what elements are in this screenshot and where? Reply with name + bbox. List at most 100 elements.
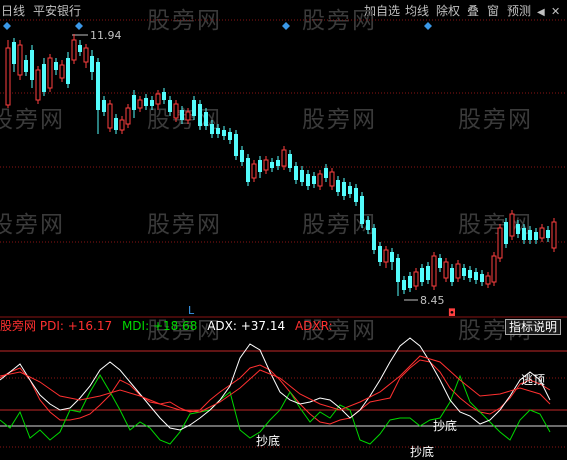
- candle-body: [12, 42, 16, 64]
- candle-body: [251, 163, 257, 179]
- candle-body: [270, 162, 274, 168]
- candle-body: [443, 261, 449, 279]
- candle-body: [450, 268, 454, 282]
- candle-body: [173, 103, 179, 119]
- candle-body: [107, 103, 113, 129]
- candle-body: [329, 171, 335, 187]
- candle-body: [509, 213, 515, 237]
- candle-body: [462, 268, 466, 276]
- indicator-name[interactable]: 股旁网: [0, 319, 36, 333]
- candle-body: [348, 186, 352, 194]
- candle-body: [281, 149, 287, 167]
- candle-body: [354, 188, 358, 202]
- candle-body: [497, 227, 503, 259]
- candle-body: [396, 258, 400, 282]
- candle-body: [516, 224, 520, 234]
- candle-body: [390, 252, 394, 262]
- candle-body: [162, 92, 166, 100]
- pdi-value: PDI: +16.17: [39, 319, 113, 333]
- candle-body: [294, 166, 298, 180]
- candle-body: [420, 268, 424, 282]
- bottom-signal-label: 抄底: [410, 445, 435, 459]
- chart-canvas: 11.94 8.45 L ◘: [0, 19, 567, 448]
- adx-value: ADX: +37.14: [207, 319, 286, 333]
- candle-body: [192, 100, 196, 116]
- adx-line: [0, 337, 551, 431]
- candle-body: [96, 62, 100, 110]
- candle-body: [5, 47, 11, 106]
- candle-body: [137, 99, 143, 109]
- candle-body: [360, 196, 364, 224]
- candle-body: [234, 134, 238, 156]
- event-diamond-icon[interactable]: [424, 22, 432, 30]
- candle-body: [528, 230, 532, 240]
- indicator-bar: 股旁网 PDI: +16.17 MDI: +18.68 ADX: +37.14 …: [0, 318, 567, 334]
- candle-body: [276, 160, 280, 166]
- indicator-help-button[interactable]: 指标说明: [504, 319, 561, 335]
- candle-body: [317, 173, 323, 187]
- candle-body: [431, 255, 437, 287]
- candle-body: [306, 174, 310, 186]
- candle-body: [413, 271, 419, 287]
- candle-body: [102, 100, 106, 112]
- candle-body: [185, 111, 191, 121]
- candle-body: [336, 180, 340, 192]
- event-diamond-icon[interactable]: [75, 22, 83, 30]
- candle-body: [222, 130, 226, 136]
- candle-body: [402, 280, 406, 290]
- candle-body: [180, 110, 184, 120]
- candle-body: [246, 158, 250, 182]
- candle-body: [66, 58, 70, 84]
- candle-body: [168, 100, 172, 112]
- bottom-signal-label: 抄底: [433, 419, 458, 433]
- candle-body: [300, 170, 304, 182]
- candle-body: [438, 258, 442, 268]
- candle-body: [83, 47, 89, 63]
- candle-body: [378, 246, 382, 262]
- event-diamond-icon[interactable]: [3, 22, 11, 30]
- adxr-value: ADXR:: [294, 319, 333, 333]
- candle-body: [119, 119, 125, 131]
- candle-body: [30, 50, 34, 80]
- candle-body: [534, 232, 538, 240]
- candle-body: [468, 270, 472, 278]
- low-price-label: 8.45: [420, 294, 445, 307]
- candle-body: [90, 56, 94, 72]
- candle-body: [240, 150, 244, 162]
- candle-body: [522, 228, 526, 240]
- candle-body: [551, 221, 557, 249]
- candle-body: [216, 128, 220, 134]
- mdi-value: MDI: +18.68: [121, 319, 198, 333]
- candle-body: [504, 222, 508, 244]
- candle-body: [491, 255, 497, 283]
- candle-body: [324, 168, 328, 178]
- candle-body: [258, 160, 262, 172]
- candle-body: [144, 98, 148, 106]
- candle-body: [539, 227, 545, 239]
- high-price-label: 11.94: [90, 29, 122, 42]
- candle-body: [17, 44, 23, 76]
- candle-body: [54, 62, 58, 70]
- candle-body: [383, 249, 389, 263]
- candle-body: [263, 159, 269, 171]
- candle-body: [132, 95, 136, 110]
- candle-body: [35, 69, 41, 101]
- candle-body: [342, 182, 346, 196]
- event-diamond-icon[interactable]: [282, 22, 290, 30]
- bottom-signal-label: 抄底: [256, 434, 281, 448]
- candle-body: [59, 64, 65, 79]
- candle-body: [485, 275, 491, 285]
- candle-body: [24, 60, 28, 72]
- candle-body: [150, 100, 154, 106]
- candle-body: [114, 118, 118, 130]
- day-marker: L: [188, 304, 195, 317]
- escape-signal-label: 逃顶: [521, 373, 546, 387]
- candle-body: [408, 276, 412, 288]
- candle-body: [546, 230, 550, 238]
- candle-body: [228, 132, 232, 140]
- chart-grid: [0, 19, 567, 448]
- candle-body: [125, 107, 131, 125]
- candle-body: [78, 45, 82, 52]
- candle-body: [71, 39, 77, 61]
- candle-body: [155, 93, 161, 105]
